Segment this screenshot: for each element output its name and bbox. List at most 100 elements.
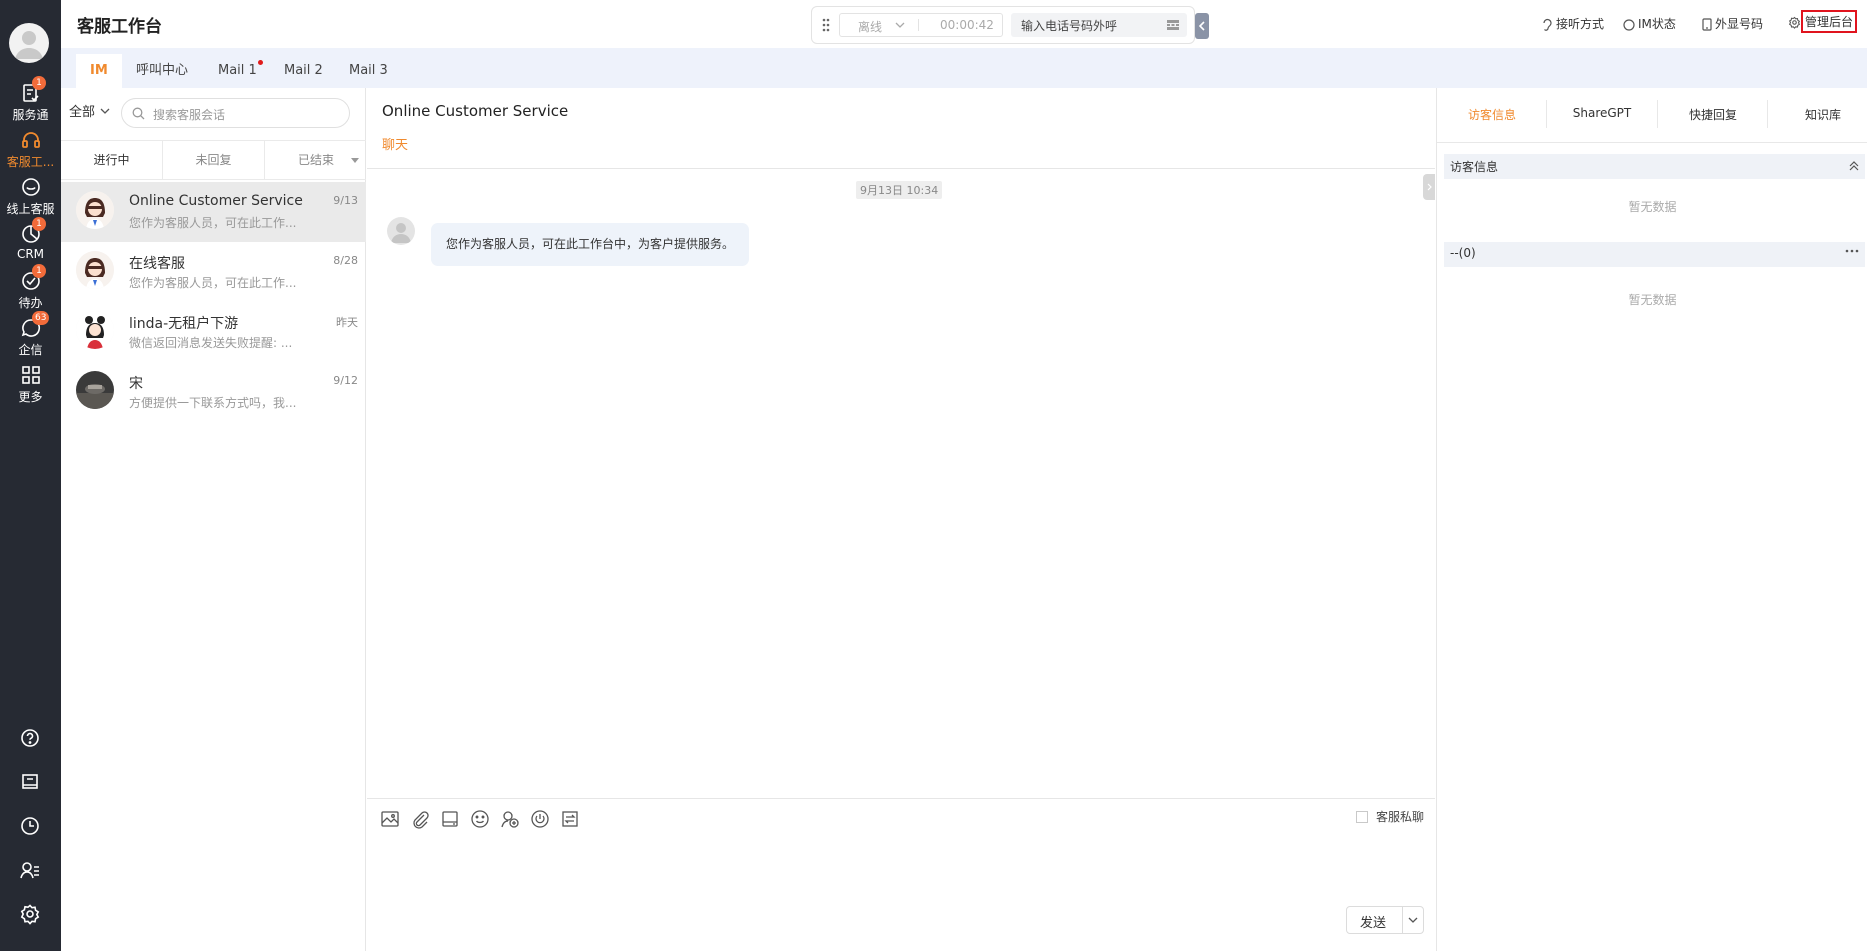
message-bubble: 您作为客服人员，可在此工作台中，为客户提供服务。 [431, 223, 750, 266]
caret-down-icon[interactable] [351, 158, 359, 164]
conversation-item[interactable]: 宋 9/12 方便提供一下联系方式吗，我... [61, 362, 366, 422]
send-button[interactable]: 发送 [1346, 906, 1424, 934]
nav-label: 待办 [18, 296, 43, 310]
conversation-date: 昨天 [336, 316, 358, 329]
call-control-bar: 离线 00:00:42 输入电话号码外呼 [811, 6, 1195, 44]
nav-badge: 1 [32, 264, 46, 278]
conversation-item[interactable]: Online Customer Service 9/13 您作为客服人员，可在此… [61, 182, 366, 242]
power-icon[interactable] [529, 808, 551, 830]
conversation-name: 在线客服 [129, 256, 185, 272]
nav-item-more[interactable]: 更多 [0, 360, 61, 410]
nav-label: 企信 [18, 343, 43, 357]
headset-icon [21, 132, 40, 148]
transfer-icon[interactable] [559, 808, 581, 830]
more-icon[interactable] [1845, 249, 1859, 253]
subtab-unreplied[interactable]: 未回复 [163, 141, 265, 180]
add-user-icon[interactable] [499, 808, 521, 830]
group-section[interactable]: --(0) [1444, 242, 1865, 267]
tab-quick-reply[interactable]: 快捷回复 [1658, 106, 1768, 123]
tab-sharegpt[interactable]: ShareGPT [1547, 106, 1657, 120]
agent-status-value: 离线 [858, 20, 883, 34]
drag-handle-icon[interactable] [822, 18, 830, 32]
tab-mail-3[interactable]: Mail 3 [335, 54, 402, 88]
clock-icon[interactable] [19, 815, 41, 837]
chevron-down-icon [895, 22, 905, 28]
conversation-date: 8/28 [333, 254, 358, 267]
conversation-name: Online Customer Service [129, 193, 303, 209]
filter-value: 全部 [69, 105, 96, 120]
notebook-icon[interactable] [19, 771, 41, 793]
top-bar: 客服工作台 离线 00:00:42 输入电话号码外呼 接听方式 IM状态 外显号… [61, 0, 1867, 48]
image-icon[interactable] [379, 808, 401, 830]
conversation-date: 9/12 [333, 374, 358, 387]
conversation-item[interactable]: linda-无租户下游 昨天 微信返回消息发送失败提醒: ... [61, 302, 366, 362]
gear-icon [1788, 16, 1801, 29]
conversation-preview: 您作为客服人员，可在此工作... [129, 276, 297, 290]
composer: 客服私聊 发送 [367, 798, 1435, 951]
conversation-item[interactable]: 在线客服 8/28 您作为客服人员，可在此工作... [61, 242, 366, 302]
nav-item-online-service[interactable]: 线上客服 [0, 172, 61, 222]
conversation-search-input[interactable]: 搜索客服会话 [121, 98, 350, 128]
empty-state: 暂无数据 [1628, 200, 1677, 214]
ear-icon [1543, 19, 1552, 31]
chat-panel: Online Customer Service 聊天 9月13日 10:34 您… [367, 88, 1435, 951]
filter-dropdown[interactable]: 全部 [69, 101, 111, 120]
im-status-label: IM状态 [1638, 17, 1676, 31]
chevron-down-icon[interactable] [1407, 915, 1419, 925]
agent-status-select[interactable]: 离线 00:00:42 [839, 13, 1003, 37]
subtab-label: 已结束 [297, 153, 334, 167]
woman-agent-avatar [76, 191, 114, 229]
user-list-icon[interactable] [19, 859, 41, 881]
emoji-icon[interactable] [469, 808, 491, 830]
send-label: 发送 [1360, 916, 1387, 931]
help-icon[interactable] [19, 727, 41, 749]
subtab-ongoing[interactable]: 进行中 [61, 141, 163, 180]
private-chat-checkbox[interactable] [1355, 811, 1368, 823]
nav-label: 客服工... [6, 155, 55, 169]
chat-tab-label[interactable]: 聊天 [382, 134, 408, 153]
dialpad-icon[interactable] [1167, 19, 1179, 31]
private-chat-toggle[interactable]: 客服私聊 [1355, 808, 1424, 825]
nav-item-crm[interactable]: 1 CRM [0, 217, 61, 269]
tab-label: 呼叫中心 [136, 63, 189, 78]
conversation-preview: 方便提供一下联系方式吗，我... [129, 396, 297, 410]
dial-input[interactable]: 输入电话号码外呼 [1011, 13, 1187, 37]
tab-label: Mail 1 [218, 63, 257, 78]
nav-label: 更多 [18, 390, 43, 404]
display-number-label: 外显号码 [1715, 17, 1764, 31]
phone-icon [1702, 18, 1712, 31]
im-status-button[interactable]: IM状态 [1623, 15, 1676, 32]
conversation-preview: 微信返回消息发送失败提醒: ... [129, 336, 293, 350]
attachment-icon[interactable] [409, 808, 431, 830]
collapse-callbar-button[interactable] [1195, 13, 1209, 39]
expand-panel-handle[interactable] [1423, 174, 1435, 200]
drive-icon[interactable] [439, 808, 461, 830]
tab-knowledge-base[interactable]: 知识库 [1768, 106, 1867, 123]
display-number-button[interactable]: 外显号码 [1702, 15, 1763, 32]
nav-item-todo[interactable]: 1 待办 [0, 264, 61, 316]
visitor-info-section[interactable]: 访客信息 [1444, 154, 1865, 179]
collapse-up-icon[interactable] [1849, 161, 1859, 171]
status-circle-icon [1623, 19, 1635, 31]
dial-placeholder: 输入电话号码外呼 [1021, 19, 1118, 33]
answer-mode-label: 接听方式 [1556, 17, 1605, 31]
answer-mode-button[interactable]: 接听方式 [1541, 15, 1604, 32]
tab-label: Mail 3 [349, 63, 388, 78]
settings-icon[interactable] [19, 903, 41, 925]
tab-mail-1[interactable]: Mail 1 [204, 54, 271, 88]
divider [918, 19, 919, 31]
tab-call-center[interactable]: 呼叫中心 [122, 54, 202, 88]
nav-item-service[interactable]: 1 服务通 [0, 76, 61, 128]
tab-im[interactable]: IM [76, 54, 122, 88]
admin-console-button[interactable]: 管理后台 [1800, 10, 1858, 33]
nav-label: 服务通 [12, 108, 49, 122]
nav-item-enterprise-chat[interactable]: 63 企信 [0, 311, 61, 363]
chevron-left-icon [1198, 21, 1205, 31]
tab-visitor-info[interactable]: 访客信息 [1437, 106, 1547, 123]
user-avatar[interactable] [9, 23, 49, 63]
woman-agent-avatar [76, 251, 114, 289]
conversation-status-tabs: 进行中 未回复 已结束 [61, 140, 366, 180]
chevron-down-icon [100, 108, 110, 114]
nav-item-workbench[interactable]: 客服工... [0, 125, 61, 175]
tab-mail-2[interactable]: Mail 2 [270, 54, 337, 88]
